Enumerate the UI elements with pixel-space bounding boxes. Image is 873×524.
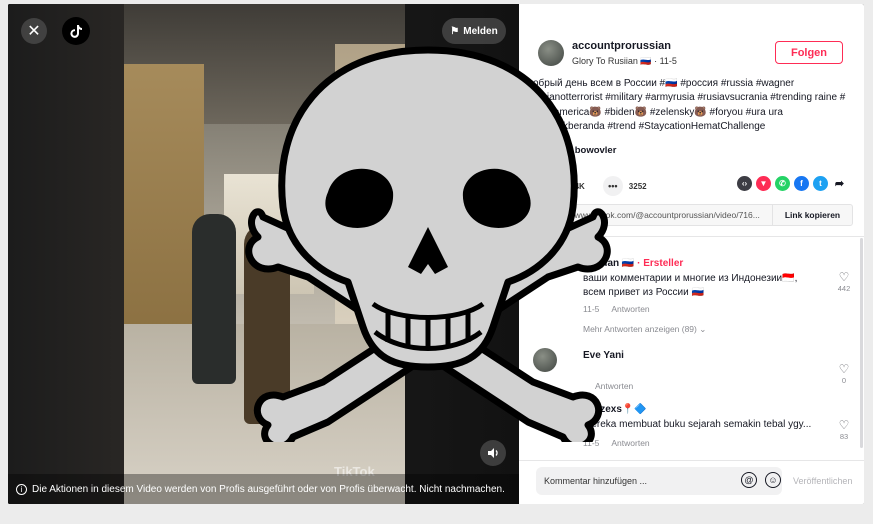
heart-icon: ♡ xyxy=(838,270,850,284)
comment-like-count: 83 xyxy=(839,432,849,441)
facebook-icon[interactable]: f xyxy=(794,176,809,191)
volume-button[interactable] xyxy=(480,440,506,466)
chevron-down-icon: ⌄ xyxy=(699,324,707,334)
close-icon: ✕ xyxy=(27,23,41,40)
twitter-icon[interactable]: t xyxy=(813,176,828,191)
send-icon[interactable]: ▼ xyxy=(756,176,771,191)
comments-scrollbar[interactable] xyxy=(860,238,863,448)
mention-icon[interactable]: @ xyxy=(741,472,757,488)
copy-link-button[interactable]: Link kopieren xyxy=(772,205,852,225)
comment-like[interactable]: ♡ 0 xyxy=(837,362,851,385)
tiktok-logo-icon[interactable] xyxy=(62,17,90,45)
post-comment-button[interactable]: Veröffentlichen xyxy=(793,476,852,486)
flag-icon: ⚑ xyxy=(450,25,460,37)
heart-icon: ♡ xyxy=(838,362,850,376)
emoji-icon[interactable]: ☺ xyxy=(765,472,781,488)
embed-icon[interactable]: ‹› xyxy=(737,176,752,191)
info-icon: i xyxy=(16,483,27,495)
share-buttons: ‹› ▼ ✆ f t ➦ xyxy=(737,176,847,191)
close-button[interactable]: ✕ xyxy=(21,18,47,44)
comment-like-count: 442 xyxy=(837,284,851,293)
report-button[interactable]: ⚑ Melden xyxy=(442,18,506,44)
volume-icon xyxy=(488,448,498,458)
tiktok-video-modal: TikTok ✕ ⚑ Melden i Die Aktionen in dies… xyxy=(8,4,864,504)
comment-like[interactable]: ♡ 442 xyxy=(837,270,851,293)
skull-crossbones-overlay xyxy=(245,46,611,442)
comment-like[interactable]: ♡ 83 xyxy=(837,418,851,441)
share-icon[interactable]: ➦ xyxy=(832,176,847,191)
comment-composer: Kommentar hinzufügen ... @ ☺ Veröffentli… xyxy=(519,460,864,504)
whatsapp-icon[interactable]: ✆ xyxy=(775,176,790,191)
report-label: Melden xyxy=(463,25,498,37)
creator-badge: · Ersteller xyxy=(637,258,684,269)
follow-button[interactable]: Folgen xyxy=(775,41,843,64)
safety-warning-bar: i Die Aktionen in diesem Video werden vo… xyxy=(8,474,519,504)
safety-warning-text: Die Aktionen in diesem Video werden von … xyxy=(32,483,505,495)
comment-like-count: 0 xyxy=(841,376,847,385)
heart-icon: ♡ xyxy=(838,418,850,432)
